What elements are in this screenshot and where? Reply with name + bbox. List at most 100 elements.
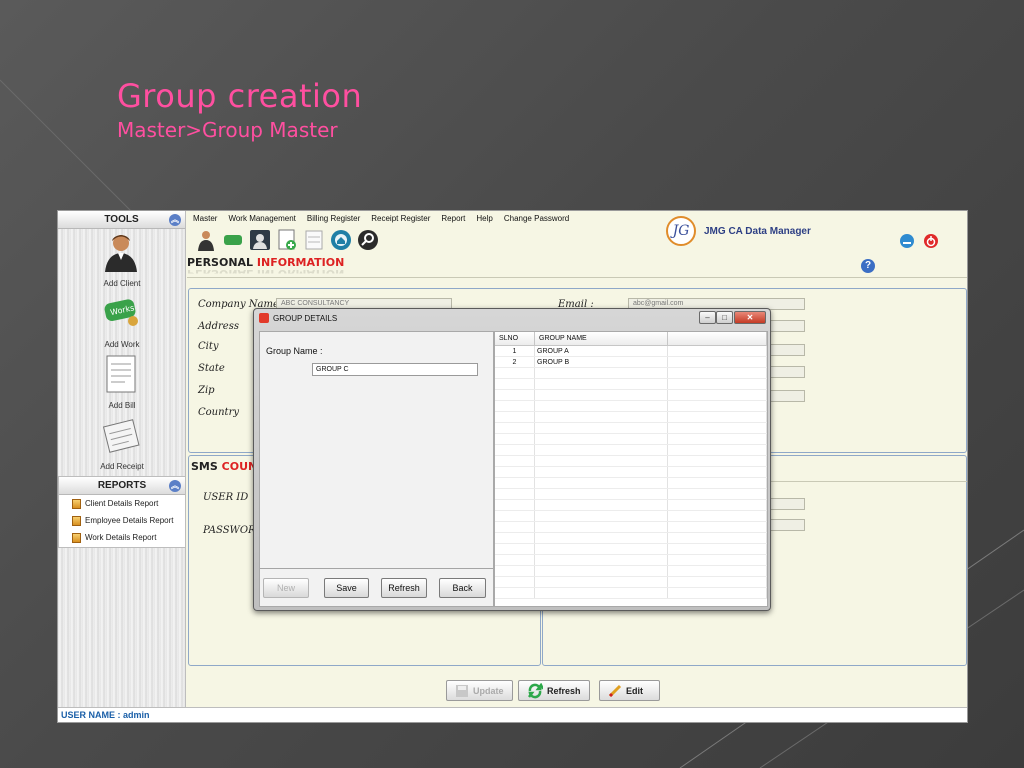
slide-subtitle: Master>Group Master bbox=[117, 118, 338, 142]
cell-empty bbox=[668, 533, 767, 543]
back-button[interactable]: Back bbox=[439, 578, 486, 598]
refresh-main-button[interactable]: Refresh bbox=[518, 680, 590, 701]
cell-empty bbox=[535, 544, 668, 554]
cell-slno: 1 bbox=[495, 346, 535, 356]
cell-empty bbox=[495, 445, 535, 455]
sms-title-a: SMS bbox=[191, 460, 218, 473]
dialog-titlebar: GROUP DETAILS bbox=[259, 313, 337, 323]
empty-row bbox=[495, 500, 767, 511]
report-label: Employee Details Report bbox=[85, 516, 174, 525]
menu-bar: Master Work Management Billing Register … bbox=[193, 214, 569, 228]
cell-empty bbox=[535, 368, 668, 378]
minimize-button[interactable]: – bbox=[699, 311, 716, 324]
report-icon bbox=[72, 516, 81, 526]
cell-empty bbox=[535, 401, 668, 411]
empty-row bbox=[495, 445, 767, 456]
cell-empty bbox=[495, 412, 535, 422]
column-header-slno[interactable]: SLNO bbox=[495, 332, 535, 345]
maximize-button[interactable]: □ bbox=[716, 311, 733, 324]
client-toolbar-icon[interactable] bbox=[195, 229, 217, 251]
city-label: City bbox=[198, 341, 219, 352]
power-icon[interactable] bbox=[923, 233, 939, 249]
cell-empty bbox=[668, 423, 767, 433]
cell-empty bbox=[668, 511, 767, 521]
refresh-button[interactable]: Refresh bbox=[381, 578, 427, 598]
menu-help[interactable]: Help bbox=[476, 214, 492, 228]
menu-billing-register[interactable]: Billing Register bbox=[307, 214, 360, 228]
brand-name: JMG CA Data Manager bbox=[704, 225, 811, 237]
works-toolbar-icon[interactable] bbox=[222, 229, 244, 251]
update-button[interactable]: Update bbox=[446, 680, 513, 701]
empty-row bbox=[495, 434, 767, 445]
report-link-client[interactable]: Client Details Report bbox=[59, 495, 185, 512]
empty-row bbox=[495, 522, 767, 533]
close-button[interactable]: ✕ bbox=[734, 311, 766, 324]
cell-empty bbox=[535, 478, 668, 488]
reports-header-label: REPORTS bbox=[97, 480, 147, 491]
cell-empty bbox=[495, 555, 535, 565]
tools-header-label: TOOLS bbox=[104, 214, 139, 225]
zip-label: Zip bbox=[198, 385, 215, 396]
help-icon[interactable]: ? bbox=[861, 259, 875, 273]
table-row[interactable]: 1 GROUP A bbox=[495, 346, 767, 357]
menu-work-management[interactable]: Work Management bbox=[228, 214, 295, 228]
add-document-toolbar-icon[interactable] bbox=[276, 229, 298, 251]
cell-empty bbox=[668, 588, 767, 598]
collapse-chevron-icon[interactable]: ︽ bbox=[169, 480, 181, 492]
report-label: Work Details Report bbox=[85, 533, 157, 542]
spreadsheet-toolbar-icon[interactable] bbox=[303, 229, 325, 251]
menu-receipt-register[interactable]: Receipt Register bbox=[371, 214, 430, 228]
group-form-panel: Group Name : GROUP C New Save Refresh Ba… bbox=[259, 331, 494, 607]
cell-slno: 2 bbox=[495, 357, 535, 367]
search-toolbar-icon[interactable] bbox=[357, 229, 379, 251]
cell-empty bbox=[495, 478, 535, 488]
report-link-employee[interactable]: Employee Details Report bbox=[59, 512, 185, 529]
table-row[interactable]: 2 GROUP B bbox=[495, 357, 767, 368]
brand: JG JMG CA Data Manager bbox=[666, 216, 811, 246]
top-right-controls bbox=[899, 233, 939, 249]
save-disk-icon bbox=[456, 684, 468, 697]
column-header-group-name[interactable]: GROUP NAME bbox=[535, 332, 668, 345]
empty-row bbox=[495, 577, 767, 588]
employee-toolbar-icon[interactable] bbox=[249, 229, 271, 251]
cell-empty bbox=[535, 423, 668, 433]
receipt-icon bbox=[102, 419, 140, 453]
cell-empty bbox=[668, 401, 767, 411]
app-icon bbox=[259, 313, 269, 323]
tool-add-client[interactable]: Add Client bbox=[58, 229, 186, 290]
group-name-input[interactable]: GROUP C bbox=[312, 363, 478, 376]
empty-row bbox=[495, 423, 767, 434]
minimize-app-icon[interactable] bbox=[899, 233, 915, 249]
collapse-chevron-icon[interactable]: ︽ bbox=[169, 214, 181, 226]
cell-empty bbox=[535, 456, 668, 466]
cell-empty bbox=[495, 467, 535, 477]
tool-add-receipt[interactable]: Add Receipt bbox=[58, 412, 186, 473]
empty-row bbox=[495, 467, 767, 478]
save-button[interactable]: Save bbox=[324, 578, 369, 598]
edit-button[interactable]: Edit bbox=[599, 680, 660, 701]
client-avatar-icon bbox=[105, 235, 137, 272]
empty-row bbox=[495, 544, 767, 555]
empty-row bbox=[495, 533, 767, 544]
menu-master[interactable]: Master bbox=[193, 214, 217, 228]
new-button[interactable]: New bbox=[263, 578, 309, 598]
cell-empty bbox=[668, 456, 767, 466]
home-toolbar-icon[interactable] bbox=[330, 229, 352, 251]
menu-change-password[interactable]: Change Password bbox=[504, 214, 569, 228]
tool-add-work[interactable]: Works Add Work bbox=[58, 290, 186, 351]
report-link-work[interactable]: Work Details Report bbox=[59, 529, 185, 546]
slide-title: Group creation bbox=[117, 77, 363, 115]
tool-add-bill[interactable]: Add Bill bbox=[58, 351, 186, 412]
cell-empty bbox=[495, 500, 535, 510]
menu-report[interactable]: Report bbox=[441, 214, 465, 228]
cell-empty bbox=[495, 577, 535, 587]
cell-empty bbox=[535, 434, 668, 444]
refresh-icon bbox=[528, 682, 543, 698]
cell-empty bbox=[668, 577, 767, 587]
cell-empty bbox=[495, 533, 535, 543]
cell-empty bbox=[668, 478, 767, 488]
empty-row bbox=[495, 456, 767, 467]
cell-empty bbox=[668, 555, 767, 565]
reports-header: REPORTS ︽ bbox=[59, 477, 185, 495]
sms-section-title: SMS COUN bbox=[191, 460, 257, 473]
